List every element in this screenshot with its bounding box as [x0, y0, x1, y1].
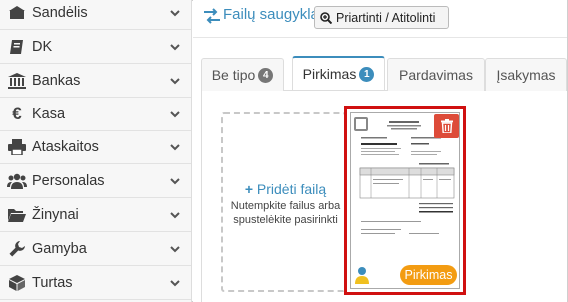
add-file-label: Pridėti failą: [256, 181, 327, 197]
tab-be-tipo[interactable]: Be tipo 4: [201, 58, 284, 91]
chevron-down-icon: [165, 43, 185, 51]
select-checkbox[interactable]: [354, 117, 368, 131]
delete-button[interactable]: [434, 114, 459, 138]
sidebar-item-label: Ataskaitos: [32, 139, 99, 155]
cube-icon: [6, 274, 28, 292]
invoice-preview-image: [359, 121, 455, 234]
sidebar-item-kasa[interactable]: € Kasa: [0, 98, 191, 131]
main-panel: Failų saugykla Priartinti / Atitolinti B…: [193, 0, 567, 302]
chevron-down-icon: [165, 110, 185, 118]
document-thumbnail[interactable]: Pirkimas: [350, 112, 460, 289]
chevron-down-icon: [165, 279, 185, 287]
add-file-link[interactable]: + Pridėti failą: [223, 181, 348, 197]
page-header: Failų saugykla Priartinti / Atitolinti: [193, 0, 567, 38]
sidebar-item-label: Kasa: [32, 106, 66, 122]
tab-label: Pardavimas: [399, 67, 473, 83]
tab-isakymas[interactable]: Įsakymas: [485, 58, 567, 91]
tab-pardavimas[interactable]: Pardavimas: [387, 58, 485, 91]
bank-icon: [6, 72, 28, 90]
chevron-down-icon: [165, 177, 185, 185]
euro-icon: €: [12, 104, 22, 123]
sidebar-item-label: Žinynai: [32, 207, 79, 223]
file-card[interactable]: Pirkimas: [344, 106, 466, 295]
book-icon: [6, 38, 28, 56]
count-badge: 1: [359, 66, 375, 82]
sidebar-item-bankas[interactable]: Bankas: [0, 65, 191, 98]
chevron-down-icon: [165, 9, 185, 17]
sidebar-item-zinynai[interactable]: Žinynai: [0, 199, 191, 232]
sidebar-item-label: Gamyba: [32, 241, 87, 257]
sidebar-item-label: Turtas: [32, 275, 73, 291]
file-drop-zone[interactable]: + Pridėti failą Nutempkite failus arba s…: [221, 112, 346, 292]
sidebar-item-ataskaitos[interactable]: Ataskaitos: [0, 131, 191, 164]
warehouse-icon: [6, 4, 28, 22]
chevron-down-icon: [165, 245, 185, 253]
plus-icon: +: [244, 181, 257, 197]
tab-label: Įsakymas: [496, 67, 556, 83]
file-type-badge: Pirkimas: [400, 265, 457, 285]
chevron-down-icon: [165, 211, 185, 219]
sidebar-item-label: Bankas: [32, 73, 81, 89]
sidebar-item-label: DK: [32, 39, 53, 55]
page-title: Failų saugykla: [223, 6, 319, 23]
exchange-icon: [203, 7, 221, 25]
user-avatar-icon: [354, 265, 370, 285]
tab-label: Be tipo: [211, 67, 256, 83]
users-icon: [6, 172, 28, 190]
sidebar: Sandėlis DK Bankas € Kasa Ataskaitos Per…: [0, 0, 192, 302]
trash-icon: [440, 119, 453, 133]
chevron-down-icon: [165, 143, 185, 151]
file-type-tabs: Be tipo 4 Pirkimas 1 Pardavimas Įsakymas: [201, 56, 567, 91]
sidebar-item-dk[interactable]: DK: [0, 31, 191, 64]
sidebar-item-turtas[interactable]: Turtas: [0, 267, 191, 300]
sidebar-item-personalas[interactable]: Personalas: [0, 165, 191, 198]
zoom-button-label: Priartinti / Atitolinti: [336, 10, 436, 25]
drop-hint: Nutempkite failus arba spustelėkite pasi…: [230, 200, 341, 226]
tab-pirkimas[interactable]: Pirkimas 1: [292, 56, 385, 90]
printer-icon: [6, 138, 28, 156]
count-badge: 4: [258, 67, 274, 83]
zoom-in-icon: [320, 11, 332, 24]
zoom-button[interactable]: Priartinti / Atitolinti: [314, 6, 449, 29]
folder-open-icon: [6, 206, 28, 224]
chevron-down-icon: [165, 77, 185, 85]
tab-content: + Pridėti failą Nutempkite failus arba s…: [201, 91, 567, 302]
sidebar-item-label: Personalas: [32, 173, 105, 189]
sidebar-item-label: Sandėlis: [32, 5, 88, 21]
wrench-icon: [6, 240, 28, 258]
sidebar-item-sandelis[interactable]: Sandėlis: [0, 0, 191, 30]
sidebar-item-gamyba[interactable]: Gamyba: [0, 233, 191, 266]
tab-label: Pirkimas: [302, 66, 357, 82]
